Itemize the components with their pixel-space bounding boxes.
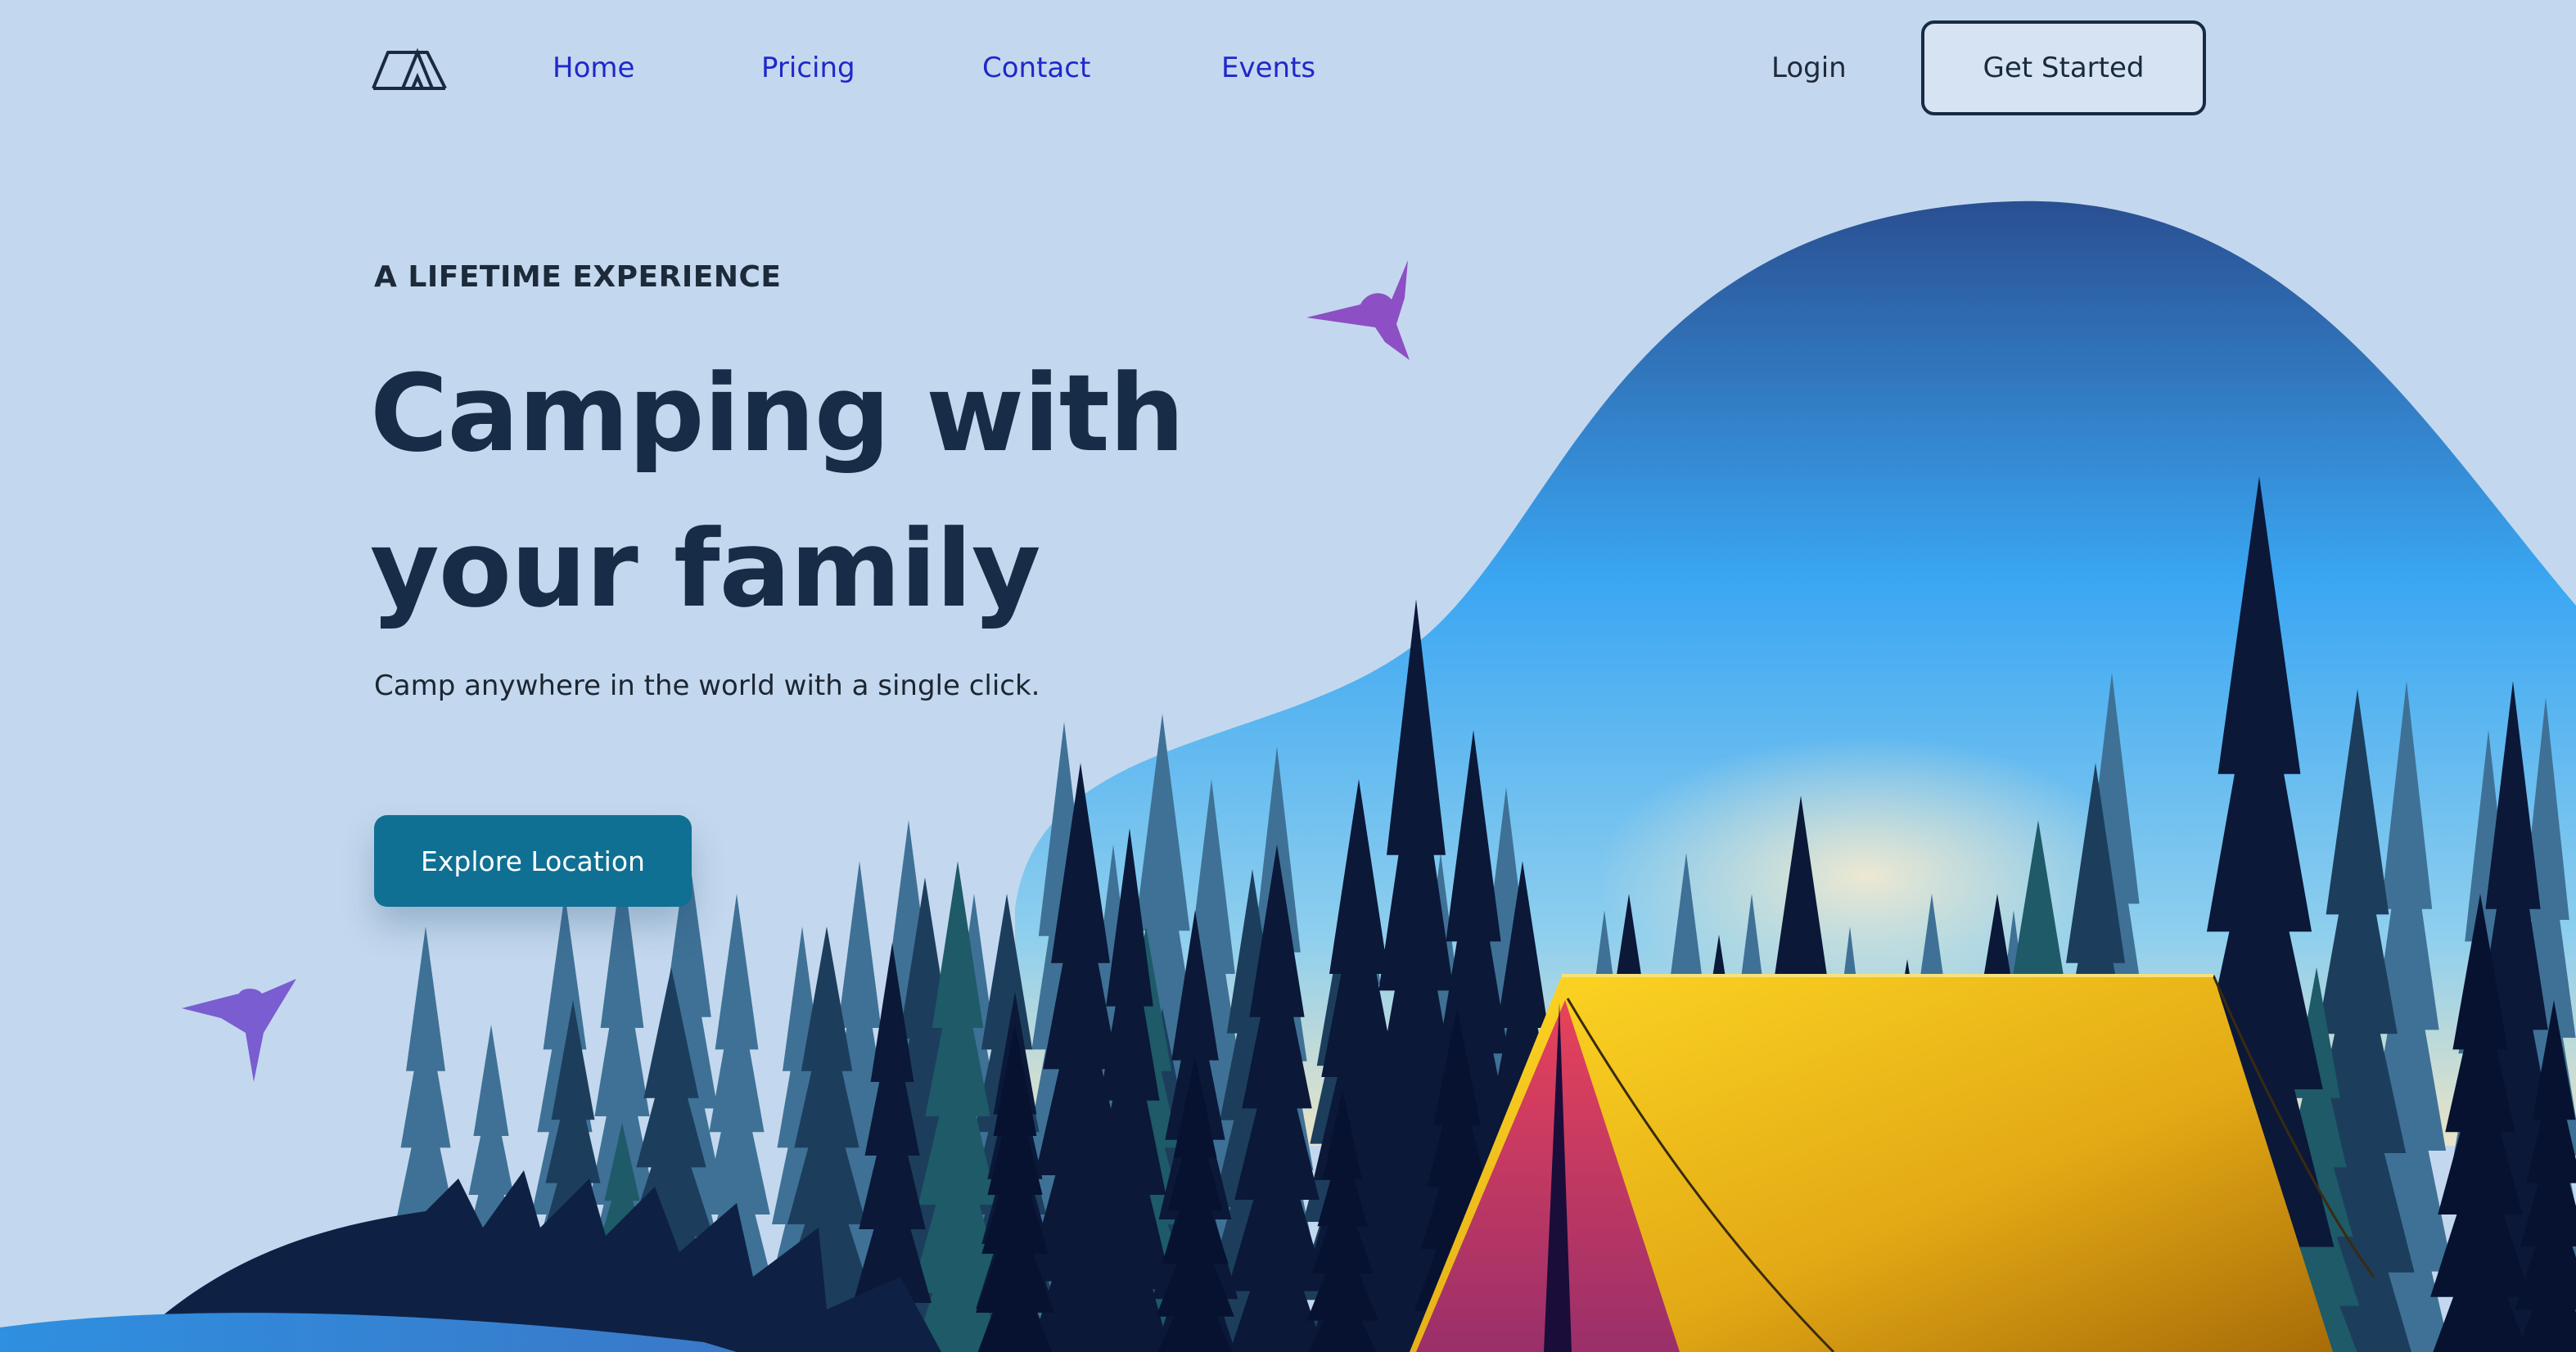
login-link[interactable]: Login [1771, 47, 1847, 88]
hero-title: Camping with your family [370, 336, 1270, 647]
tent-logo-icon[interactable] [370, 46, 449, 92]
nav-link-contact[interactable]: Contact [982, 47, 1090, 88]
get-started-button[interactable]: Get Started [1921, 20, 2206, 115]
hero-subtitle: Camp anywhere in the world with a single… [374, 669, 1040, 702]
hero-eyebrow: A LIFETIME EXPERIENCE [374, 260, 782, 294]
hummingbird-icon [1306, 260, 1410, 360]
hummingbird-icon [182, 979, 296, 1082]
nav-link-home[interactable]: Home [553, 47, 634, 88]
nav-link-events[interactable]: Events [1221, 47, 1315, 88]
hero-title-line2: your family [370, 507, 1041, 631]
top-nav: Home Pricing Contact Events Login Get St… [0, 0, 2576, 139]
tent-illustration [1410, 974, 2375, 1352]
explore-location-button[interactable]: Explore Location [374, 815, 692, 907]
nav-link-pricing[interactable]: Pricing [761, 47, 855, 88]
hero-title-line1: Camping with [370, 351, 1184, 475]
